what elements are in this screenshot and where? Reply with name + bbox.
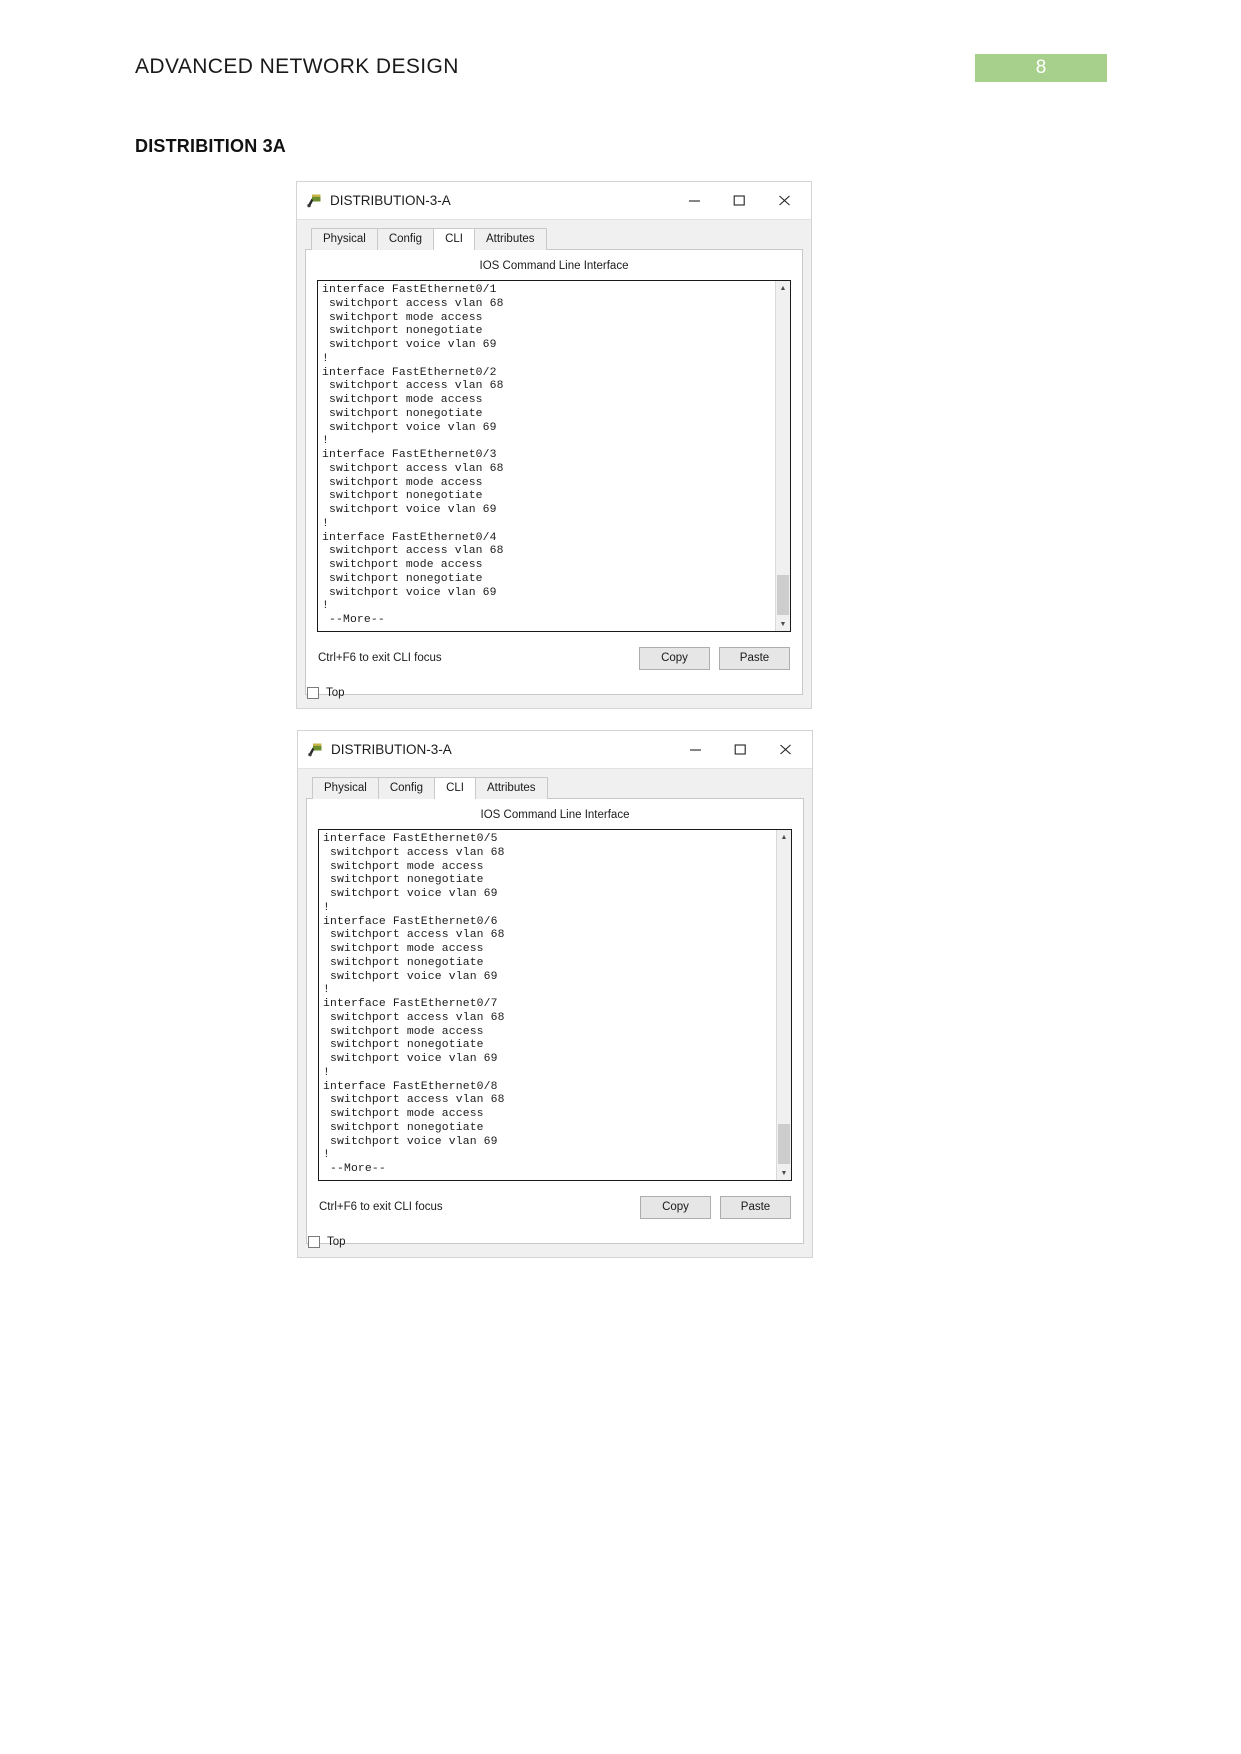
copy-button[interactable]: Copy xyxy=(639,646,710,670)
window-2-bottom-bar: Top xyxy=(306,1227,804,1257)
top-checkbox-label: Top xyxy=(326,687,345,699)
tab-physical[interactable]: Physical xyxy=(311,228,378,250)
scrollbar-thumb[interactable] xyxy=(777,575,789,615)
minimize-icon[interactable] xyxy=(672,186,717,216)
scroll-down-icon[interactable]: ▼ xyxy=(776,617,790,631)
window-1-cli-panel: IOS Command Line Interface interface Fas… xyxy=(305,249,803,695)
window-1-controls xyxy=(672,186,807,216)
cli-focus-hint: Ctrl+F6 to exit CLI focus xyxy=(318,652,442,664)
window-1-tabs: Physical Config CLI Attributes xyxy=(305,228,803,250)
scroll-down-icon[interactable]: ▼ xyxy=(777,1166,791,1180)
cli-scrollbar[interactable]: ▲ ▼ xyxy=(775,281,790,631)
device-window-2: DISTRIBUTION-3-A Physical Config CLI Att… xyxy=(297,730,813,1258)
cli-heading: IOS Command Line Interface xyxy=(479,260,629,272)
cli-focus-hint: Ctrl+F6 to exit CLI focus xyxy=(319,1201,443,1213)
maximize-icon[interactable] xyxy=(717,186,762,216)
switch-device-icon xyxy=(308,743,323,757)
window-1-bottom-bar: Top xyxy=(305,678,803,708)
minimize-icon[interactable] xyxy=(673,735,718,765)
cli-heading: IOS Command Line Interface xyxy=(480,809,630,821)
copy-button[interactable]: Copy xyxy=(640,1195,711,1219)
window-2-body: Physical Config CLI Attributes IOS Comma… xyxy=(298,768,812,1257)
cli-terminal-container: interface FastEthernet0/1 switchport acc… xyxy=(317,280,791,632)
section-title: DISTRIBITION 3A xyxy=(135,136,287,156)
switch-device-icon xyxy=(307,194,322,208)
window-2-title-group: DISTRIBUTION-3-A xyxy=(308,742,673,757)
scrollbar-thumb[interactable] xyxy=(778,1124,790,1164)
window-1-titlebar[interactable]: DISTRIBUTION-3-A xyxy=(297,182,811,219)
cli-scrollbar[interactable]: ▲ ▼ xyxy=(776,830,791,1180)
window-2-titlebar[interactable]: DISTRIBUTION-3-A xyxy=(298,731,812,768)
tab-physical[interactable]: Physical xyxy=(312,777,379,799)
tab-attributes[interactable]: Attributes xyxy=(473,228,547,250)
device-window-1: DISTRIBUTION-3-A Physical Config CLI Att… xyxy=(296,181,812,709)
window-2-controls xyxy=(673,735,808,765)
scroll-up-icon[interactable]: ▲ xyxy=(776,281,790,295)
window-1-body: Physical Config CLI Attributes IOS Comma… xyxy=(297,219,811,708)
cli-footer: Ctrl+F6 to exit CLI focus Copy Paste xyxy=(319,1195,791,1219)
window-2-cli-panel: IOS Command Line Interface interface Fas… xyxy=(306,798,804,1244)
paste-button[interactable]: Paste xyxy=(720,1195,791,1219)
window-1-title: DISTRIBUTION-3-A xyxy=(330,193,451,208)
top-checkbox-label: Top xyxy=(327,1236,346,1248)
close-icon[interactable] xyxy=(762,186,807,216)
top-checkbox[interactable] xyxy=(308,1236,320,1248)
cli-terminal-container: interface FastEthernet0/5 switchport acc… xyxy=(318,829,792,1181)
cli-terminal-output[interactable]: interface FastEthernet0/1 switchport acc… xyxy=(318,281,775,631)
window-1-title-group: DISTRIBUTION-3-A xyxy=(307,193,672,208)
tab-cli[interactable]: CLI xyxy=(434,777,476,799)
window-2-title: DISTRIBUTION-3-A xyxy=(331,742,452,757)
tab-attributes[interactable]: Attributes xyxy=(474,777,548,799)
tab-config[interactable]: Config xyxy=(377,777,436,799)
tab-config[interactable]: Config xyxy=(376,228,435,250)
top-checkbox[interactable] xyxy=(307,687,319,699)
tab-cli[interactable]: CLI xyxy=(433,228,475,250)
close-icon[interactable] xyxy=(763,735,808,765)
cli-terminal-output[interactable]: interface FastEthernet0/5 switchport acc… xyxy=(319,830,776,1180)
paste-button[interactable]: Paste xyxy=(719,646,790,670)
page-number-badge: 8 xyxy=(975,54,1107,82)
scroll-up-icon[interactable]: ▲ xyxy=(777,830,791,844)
window-2-tabs: Physical Config CLI Attributes xyxy=(306,777,804,799)
cli-footer: Ctrl+F6 to exit CLI focus Copy Paste xyxy=(318,646,790,670)
maximize-icon[interactable] xyxy=(718,735,763,765)
